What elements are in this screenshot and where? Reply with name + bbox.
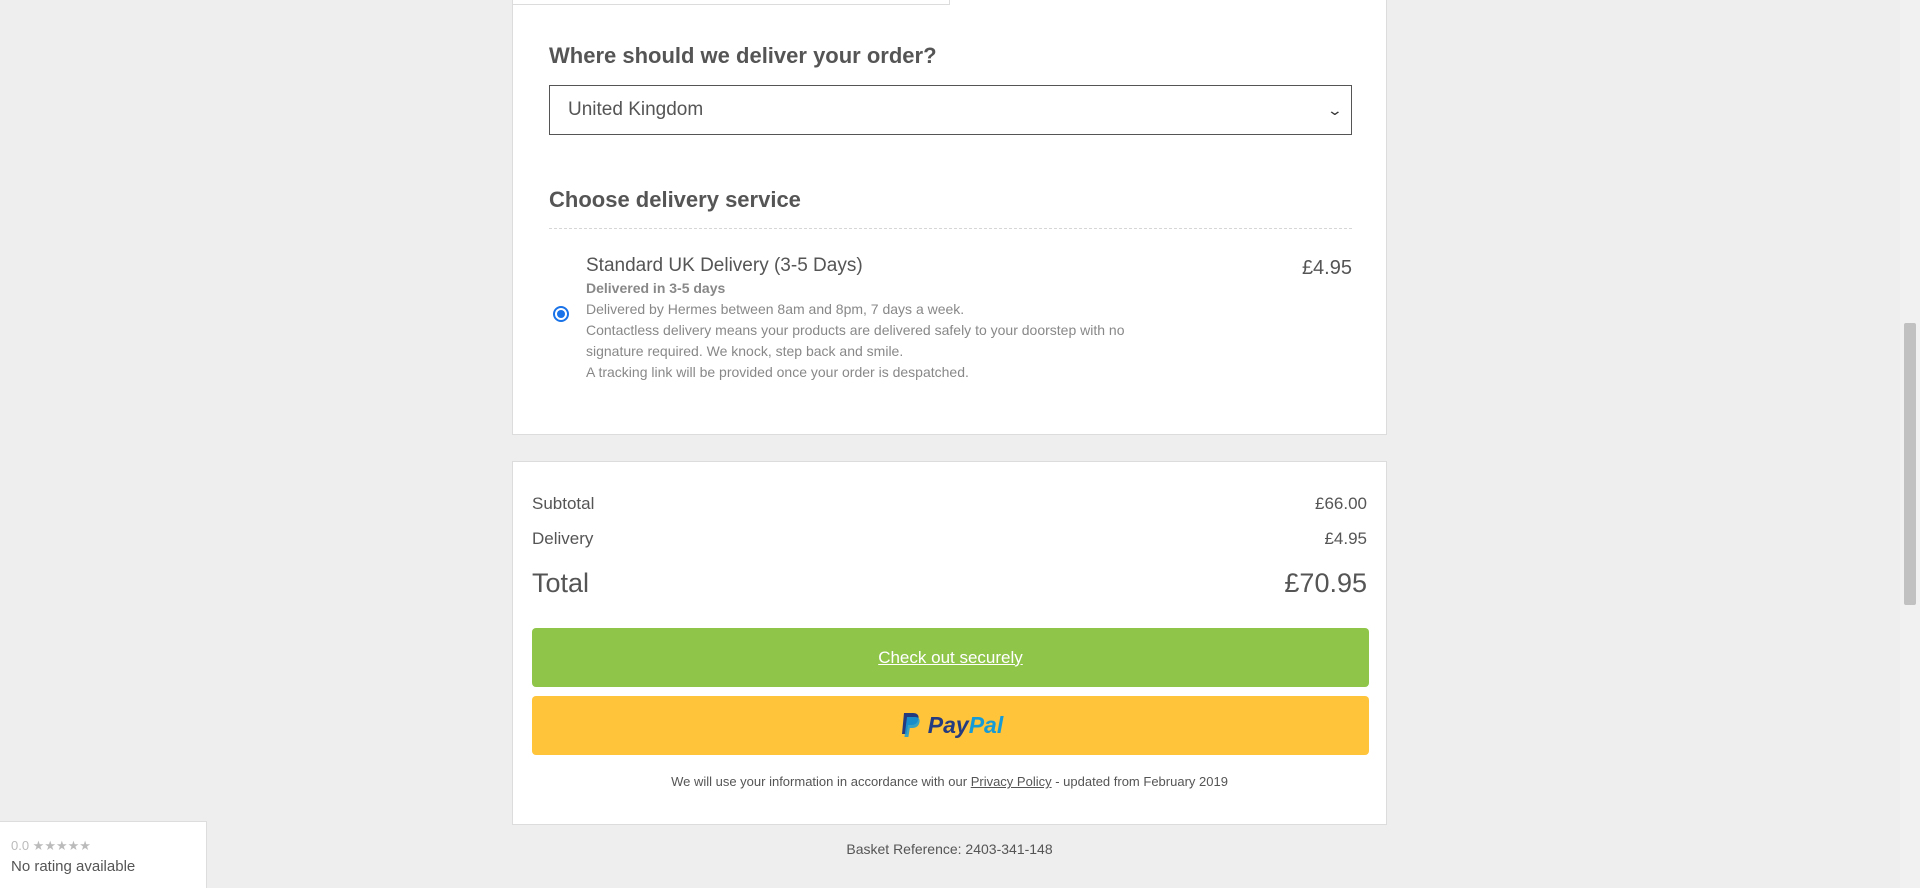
paypal-pay: Pay — [927, 712, 969, 738]
total-label: Total — [532, 568, 590, 598]
total-row: Total £70.95 — [532, 568, 1367, 599]
privacy-notice: We will use your information in accordan… — [513, 774, 1386, 789]
paypal-button[interactable]: PayPal — [532, 696, 1369, 755]
scrollbar-thumb[interactable] — [1904, 323, 1916, 605]
delivery-value: £4.95 — [1324, 529, 1367, 548]
service-desc-line: Contactless delivery means your products… — [586, 322, 1125, 338]
divider — [549, 228, 1352, 229]
country-select-value: United Kingdom — [568, 99, 704, 120]
scrollbar[interactable] — [1900, 0, 1920, 888]
subtotal-label: Subtotal — [532, 494, 595, 513]
order-summary-panel: Subtotal £66.00 Delivery £4.95 Total £70… — [512, 461, 1387, 825]
privacy-notice-suffix: - updated from February 2019 — [1051, 774, 1228, 789]
service-price: £4.95 — [1301, 257, 1352, 279]
delivery-heading: Where should we deliver your order? — [549, 43, 937, 68]
delivery-row: Delivery £4.95 — [532, 529, 1367, 549]
basket-reference: Basket Reference: 2403-341-148 — [846, 841, 1053, 857]
subtotal-row: Subtotal £66.00 — [532, 494, 1367, 514]
privacy-policy-link[interactable]: Privacy Policy — [971, 774, 1052, 789]
chevron-down-icon: ⌄ — [1326, 101, 1344, 118]
rating-widget[interactable]: 0.0 ★★★★★ No rating available — [0, 821, 207, 888]
delivery-label: Delivery — [532, 529, 594, 548]
paypal-logo-icon — [901, 712, 920, 737]
paypal-pal: Pal — [968, 712, 1004, 738]
subtotal-value: £66.00 — [1315, 494, 1367, 513]
tab-divider — [513, 0, 950, 5]
total-value: £70.95 — [1284, 568, 1367, 598]
service-desc-line: Delivered by Hermes between 8am and 8pm,… — [586, 301, 965, 317]
checkout-button[interactable]: Check out securely — [532, 628, 1369, 687]
rating-text: No rating available — [11, 858, 136, 875]
service-days: Delivered in 3-5 days — [586, 280, 726, 296]
service-desc-line: A tracking link will be provided once yo… — [586, 364, 969, 380]
privacy-notice-prefix: We will use your information in accordan… — [671, 774, 971, 789]
rating-score: 0.0 ★★★★★ — [11, 838, 91, 853]
service-name: Standard UK Delivery (3-5 Days) — [586, 255, 863, 276]
service-heading: Choose delivery service — [549, 187, 801, 212]
service-desc-line: signature required. We knock, step back … — [586, 343, 904, 359]
delivery-service-radio[interactable] — [553, 306, 569, 322]
paypal-wordmark: PayPal — [928, 712, 1003, 739]
delivery-panel: Where should we deliver your order? Unit… — [512, 0, 1387, 435]
country-select[interactable]: United Kingdom ⌄ — [549, 85, 1352, 135]
